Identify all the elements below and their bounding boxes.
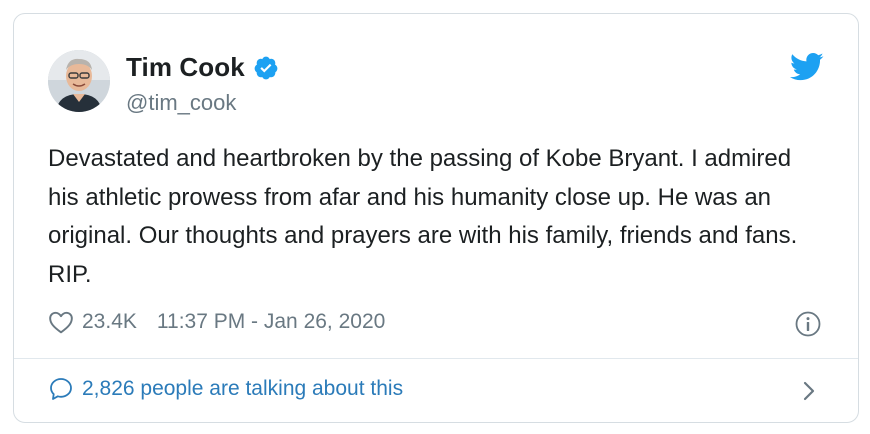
- avatar[interactable]: [48, 50, 110, 112]
- avatar-photo-icon: [48, 50, 110, 112]
- chevron-right-icon[interactable]: [800, 378, 818, 404]
- conversation-text[interactable]: 2,826 people are talking about this: [82, 377, 403, 401]
- author-name-row[interactable]: Tim Cook: [126, 52, 279, 83]
- tweet-text: Devastated and heartbroken by the passin…: [48, 145, 798, 288]
- comment-bubble-icon: [48, 376, 74, 402]
- like-count[interactable]: 23.4K: [82, 310, 137, 334]
- divider: [14, 358, 858, 359]
- tweet-card: Tim Cook @tim_cook Devastated and heartb…: [13, 13, 859, 423]
- info-icon[interactable]: [794, 310, 822, 338]
- tweet-meta: 23.4K 11:37 PM - Jan 26, 2020: [48, 310, 385, 334]
- tweet-timestamp[interactable]: 11:37 PM - Jan 26, 2020: [157, 310, 385, 334]
- conversation-link[interactable]: 2,826 people are talking about this: [48, 376, 403, 402]
- author-handle[interactable]: @tim_cook: [126, 90, 236, 116]
- heart-icon[interactable]: [48, 310, 74, 334]
- twitter-bird-icon[interactable]: [790, 52, 824, 82]
- verified-badge-icon: [253, 55, 279, 81]
- author-name[interactable]: Tim Cook: [126, 52, 245, 83]
